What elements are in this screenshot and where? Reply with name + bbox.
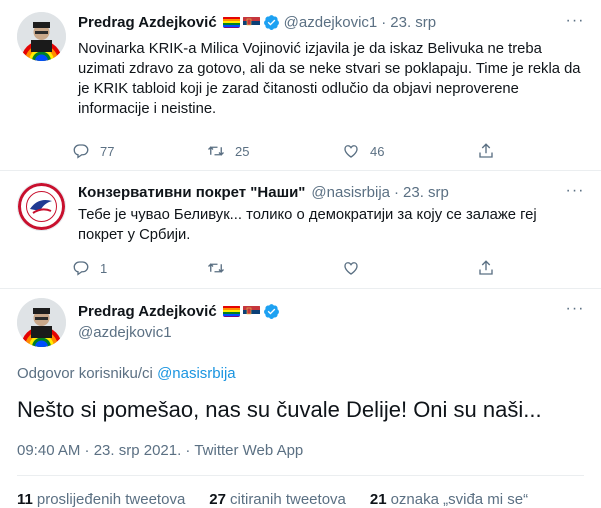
reply-to-link[interactable]: @nasisrbija: [157, 365, 236, 382]
stat-count: 21: [369, 491, 387, 508]
like-icon: [344, 145, 358, 158]
reply-prefix: Odgovor korisniku/ci: [17, 365, 153, 382]
tweet-actions: 77 25 46: [72, 141, 601, 161]
tweet-date[interactable]: 23. srp: [403, 184, 449, 201]
stat-count: 27: [209, 491, 226, 508]
reply-icon: [73, 144, 89, 159]
share-button[interactable]: [477, 141, 601, 161]
share-icon: [479, 260, 493, 275]
serbian-flag-icon: [242, 305, 260, 317]
retweet-icon: [208, 146, 224, 156]
tweet-stats: 11 proslijeđenih tweetova 27 citiranih twe…: [17, 491, 552, 508]
like-icon: [344, 262, 358, 275]
reply-button[interactable]: 77: [72, 141, 207, 161]
more-icon[interactable]: ···: [565, 13, 585, 36]
stat-count: 11: [17, 491, 33, 508]
tweet-header: Predrag Azdejković @azdejkovic1 · 23. sr…: [78, 12, 436, 32]
share-icon: [479, 143, 493, 158]
author-handle[interactable]: @nasisrbija: [311, 184, 390, 201]
like-button[interactable]: 46: [342, 141, 477, 161]
author-name[interactable]: Predrag Azdejković: [78, 303, 217, 320]
retweet-icon: [208, 263, 224, 273]
tweet-date[interactable]: 23. srp: [390, 14, 436, 31]
avatar[interactable]: [17, 298, 66, 347]
author-name[interactable]: Конзервативни покрет "Наши": [78, 184, 305, 201]
tweet-header: Конзервативни покрет "Наши" @nasisrbija …: [78, 182, 449, 202]
retweets-stat[interactable]: 11 proslijeđenih tweetova: [17, 491, 185, 508]
rainbow-flag-icon: [222, 305, 240, 317]
avatar[interactable]: [17, 12, 66, 61]
serbian-flag-icon: [242, 16, 260, 28]
stat-label: oznaka „sviđa mi se“: [390, 491, 529, 508]
rainbow-flag-icon: [222, 16, 240, 28]
reply-button[interactable]: 1: [72, 258, 207, 278]
like-button[interactable]: [342, 258, 477, 278]
retweet-button[interactable]: 25: [207, 141, 342, 161]
author-handle[interactable]: @azdejkovic1: [78, 324, 172, 341]
main-tweet-text: Nešto si pomešao, nas su čuvale Delije! …: [17, 397, 542, 422]
likes-stat[interactable]: 21 oznaka „sviđa mi se“: [370, 491, 528, 508]
dot-separator: ·: [381, 13, 387, 31]
quotes-stat[interactable]: 27 citiranih tweetova: [209, 491, 346, 508]
tweet-actions: 1: [72, 258, 601, 278]
like-count: 46: [370, 143, 385, 159]
stat-label: citiranih tweetova: [229, 491, 346, 508]
dot-separator: ·: [394, 183, 400, 201]
divider: [17, 475, 584, 476]
tweet-1[interactable]: Predrag Azdejković @azdejkovic1 · 23. sr…: [0, 0, 601, 170]
verified-icon: [263, 303, 280, 320]
reply-icon: [73, 261, 89, 276]
retweet-count: 25: [235, 143, 250, 159]
tweet-text: Тебе је чувао Беливук... толико о демокр…: [78, 207, 537, 243]
author-name[interactable]: Predrag Azdejković: [78, 14, 217, 31]
tweet-2[interactable]: Конзервативни покрет "Наши" @nasisrbija …: [0, 171, 601, 288]
reply-count: 77: [100, 143, 115, 159]
more-icon[interactable]: ···: [565, 301, 585, 324]
tweet-text: Novinarka KRIK-a Milica Vojinović izjavi…: [78, 41, 581, 117]
stat-label: proslijeđenih tweetova: [36, 491, 186, 508]
verified-icon: [263, 14, 280, 31]
author-handle[interactable]: @azdejkovic1: [284, 14, 378, 31]
author-name-row: Predrag Azdejković: [78, 301, 280, 321]
author-handle-row: @azdejkovic1: [78, 322, 172, 342]
reply-count: 1: [100, 260, 108, 276]
main-tweet: Predrag Azdejković @azdejkovic1 ··· Odgo…: [0, 289, 601, 508]
tweet-meta[interactable]: 09:40 AM · 23. srp 2021. · Twitter Web A…: [17, 442, 303, 459]
avatar[interactable]: [17, 182, 66, 231]
share-button[interactable]: [477, 258, 601, 278]
retweet-button[interactable]: [207, 258, 342, 278]
reply-context: Odgovor korisniku/ci @nasisrbija: [17, 365, 236, 382]
more-icon[interactable]: ···: [565, 183, 585, 206]
